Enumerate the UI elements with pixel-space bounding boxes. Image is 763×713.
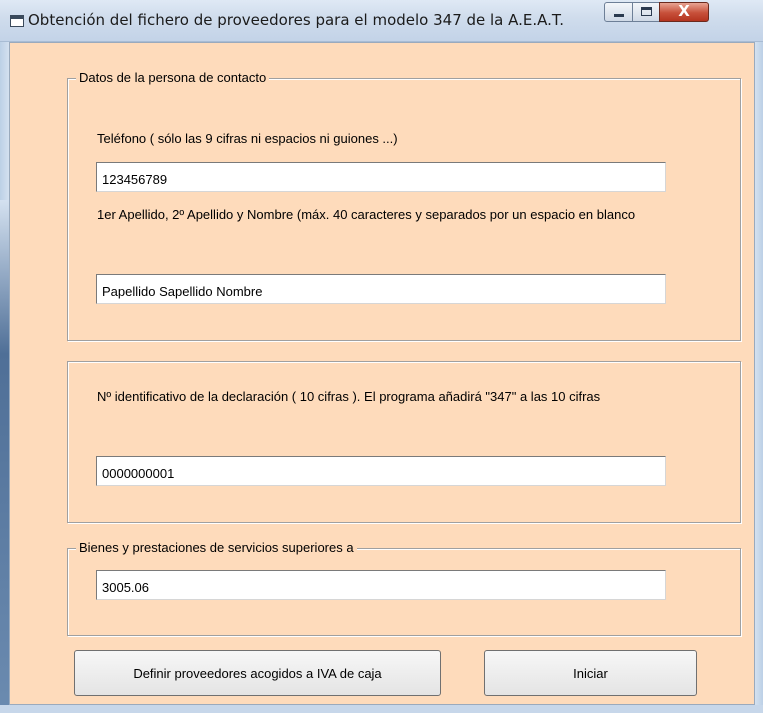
contact-person-legend: Datos de la persona de contacto xyxy=(76,70,270,86)
window-frame-right xyxy=(755,42,763,713)
maximize-button[interactable] xyxy=(632,2,660,22)
define-suppliers-button[interactable]: Definir proveedores acogidos a IVA de ca… xyxy=(74,650,441,696)
close-button[interactable]: X xyxy=(659,2,709,22)
threshold-legend: Bienes y prestaciones de servicios super… xyxy=(76,540,357,556)
window-frame-bottom xyxy=(0,705,763,713)
start-button[interactable]: Iniciar xyxy=(484,650,697,696)
dialog-client-area: Datos de la persona de contacto Teléfono… xyxy=(9,42,755,705)
phone-label: Teléfono ( sólo las 9 cifras ni espacios… xyxy=(97,131,398,146)
title-bar[interactable]: Obtención del fichero de proveedores par… xyxy=(0,0,763,42)
declaration-id-label: Nº identificativo de la declaración ( 10… xyxy=(97,389,601,404)
maximize-icon xyxy=(641,7,652,16)
name-field[interactable] xyxy=(96,274,666,304)
phone-field[interactable] xyxy=(96,162,666,192)
name-label: 1er Apellido, 2º Apellido y Nombre (máx.… xyxy=(97,207,636,222)
minimize-icon xyxy=(614,14,624,17)
app-window-icon[interactable] xyxy=(10,15,24,27)
window-frame-left-shadow xyxy=(0,200,9,713)
declaration-id-field[interactable] xyxy=(96,456,666,486)
minimize-button[interactable] xyxy=(604,2,633,22)
close-icon: X xyxy=(678,2,690,20)
declaration-id-group xyxy=(67,361,741,523)
window-title: Obtención del fichero de proveedores par… xyxy=(28,11,565,29)
threshold-field[interactable] xyxy=(96,570,666,600)
